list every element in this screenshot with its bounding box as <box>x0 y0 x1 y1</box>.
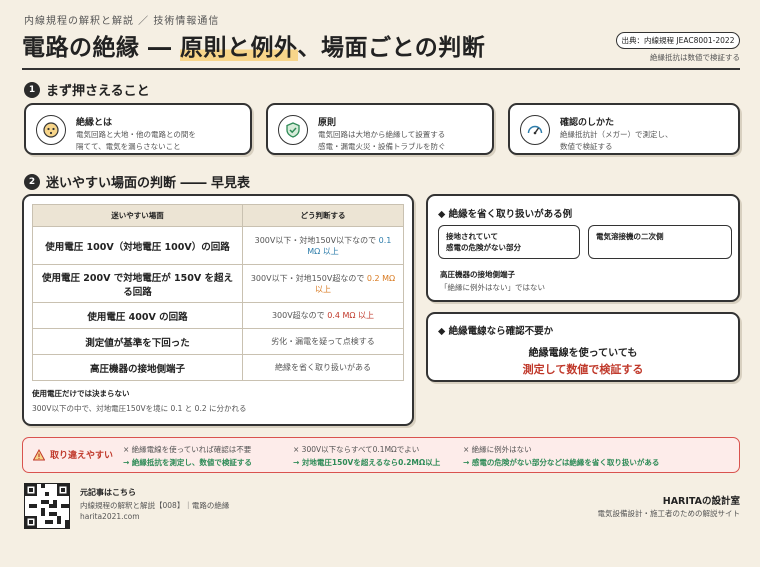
table-header-scene: 迷いやすい場面 <box>32 204 243 227</box>
exception-grounded: 接地されていて 感電の危険がない部分 <box>438 225 580 259</box>
pitfalls-label: 取り違えやすい <box>33 448 113 461</box>
judge-text: 300V超なので <box>271 311 328 320</box>
section2-number: 2 <box>24 173 40 190</box>
exception-welder: 電気溶接機の二次側 <box>588 225 732 259</box>
pitfalls-bar: 取り違えやすい × 絶縁電線を使っていれば確認は不要 → 絶縁抵抗を測定し、数値… <box>22 437 740 473</box>
title-pre: 電路の絶縁 ― <box>22 35 181 61</box>
card-title: 絶縁とは <box>76 118 113 128</box>
exceptions-title-text: 絶縁を省く取り扱いがある例 <box>448 209 573 220</box>
section1-heading: 1 まず押さえること <box>24 80 150 99</box>
scene-cell: 使用電圧 400V の回路 <box>32 302 243 329</box>
insulated-wire-title: ◆ 絶縁電線なら確認不要か <box>438 326 554 337</box>
insulated-wire-title-text: 絶縁電線なら確認不要か <box>448 326 554 337</box>
judge-text: 300V以下・対地150V以下なので <box>254 235 379 245</box>
kicker: 内線規程の解釈と解説 ／ 技術情報通信 <box>24 16 220 27</box>
table-note-text: 300V以下の中で、対地電圧150Vを境に 0.1 と 0.2 に分かれる <box>32 404 247 413</box>
table-row: 使用電圧 400V の回路 300V超なので 0.4 MΩ 以上 <box>32 302 404 329</box>
gauge-icon <box>520 115 550 145</box>
judge-cell: 劣化・漏電を疑って点検する <box>242 328 404 355</box>
shield-check-icon <box>278 115 308 145</box>
card-insulation: 絶縁とは 電気回路と大地・他の電路との間を 隔てて、電気を漏らさないこと <box>24 103 252 155</box>
brand-name: HARITAの設計室 <box>662 496 740 507</box>
table-row: 測定値が基準を下回った 劣化・漏電を疑って点検する <box>32 328 404 355</box>
source-badge: 出典：内線規程 JEAC8001-2022 <box>616 32 740 49</box>
pitfall-wrong: 300V以下ならすべて0.1MΩでよい <box>301 445 420 454</box>
pitfall-right: → 絶縁抵抗を測定し、数値で検証する <box>123 458 252 468</box>
section2-title: 迷いやすい場面の判断 ―― 早見表 <box>46 176 251 191</box>
judge-cell: 300V以下・対地150V以下なので 0.1 MΩ 以上 <box>242 226 404 265</box>
title-post: 、場面ごとの判断 <box>297 35 486 61</box>
scene-cell: 測定値が基準を下回った <box>32 328 243 355</box>
pitfall-item: × 300V以下ならすべて0.1MΩでよい → 対地電圧150Vを超えるなら0.… <box>293 443 440 469</box>
exception-hv-text: 「絶縁に例外はない」ではない <box>440 283 545 292</box>
card-principle: 原則 電気回路は大地から絶縁して設置する 感電・漏電火災・設備トラブルを防ぐ <box>266 103 494 155</box>
title-highlight: 原則と例外 <box>180 35 298 61</box>
table-header-judge: どう判断する <box>242 204 404 227</box>
quick-table-card: 迷いやすい場面 どう判断する 使用電圧 100V（対地電圧 100V）の回路 3… <box>22 194 414 426</box>
judge-text: 300V以下・対地150V超なので <box>250 273 367 283</box>
scene-cell: 使用電圧 100V（対地電圧 100V）の回路 <box>32 226 243 265</box>
card-title: 原則 <box>318 118 337 128</box>
section2-heading: 2 迷いやすい場面の判断 ―― 早見表 <box>24 172 250 191</box>
table-note-title: 使用電圧だけでは決まらない <box>32 389 130 398</box>
insulated-wire-line1: 絶縁電線を使っていても <box>528 348 638 359</box>
card-text: 電気回路と大地・他の電路との間を 隔てて、電気を漏らさないこと <box>76 130 196 151</box>
pitfall-right: → 感電の危険がない部分などは絶縁を省く取り扱いがある <box>463 458 660 468</box>
footer-title: 元記事はこちら <box>80 488 136 497</box>
exception-hv-title: 高圧機器の接地側端子 <box>440 270 515 279</box>
scene-cell: 使用電圧 200V で対地電圧が 150V を超える回路 <box>32 264 243 303</box>
section1-number: 1 <box>24 81 40 98</box>
card-text: 電気回路は大地から絶縁して設置する 感電・漏電火災・設備トラブルを防ぐ <box>318 130 446 151</box>
table-row: 高圧機器の接地側端子 絶縁を省く取り扱いがある <box>32 354 404 381</box>
quick-table: 迷いやすい場面 どう判断する 使用電圧 100V（対地電圧 100V）の回路 3… <box>32 204 404 381</box>
judge-cell: 300V超なので 0.4 MΩ 以上 <box>242 302 404 329</box>
header-rule <box>22 68 740 70</box>
plug-icon <box>36 115 66 145</box>
judge-cell: 絶縁を省く取り扱いがある <box>242 354 404 381</box>
brand-tagline: 電気設備設計・施工者のための解説サイト <box>597 509 741 518</box>
insulated-wire-card: ◆ 絶縁電線なら確認不要か 絶縁電線を使っていても 測定して数値で検証する <box>426 312 740 382</box>
source-note: 絶縁抵抗は数値で検証する <box>650 53 740 62</box>
exceptions-title: ◆ 絶縁を省く取り扱いがある例 <box>438 209 573 220</box>
table-row: 使用電圧 200V で対地電圧が 150V を超える回路 300V以下・対地15… <box>32 264 404 303</box>
footer-article[interactable]: 内線規程の解釈と解説【008】｜電路の絶縁 <box>80 500 229 511</box>
section1-title: まず押さえること <box>46 84 150 99</box>
table-row: 使用電圧 100V（対地電圧 100V）の回路 300V以下・対地150V以下な… <box>32 226 404 265</box>
insulated-wire-line2: 測定して数値で検証する <box>522 363 644 376</box>
exceptions-card: ◆ 絶縁を省く取り扱いがある例 接地されていて 感電の危険がない部分 電気溶接機… <box>426 194 740 302</box>
page-title: 電路の絶縁 ― 原則と例外、場面ごとの判断 <box>22 28 485 62</box>
pitfall-item: × 絶縁に例外はない → 感電の危険がない部分などは絶縁を省く取り扱いがある <box>463 443 659 469</box>
pitfalls-label-text: 取り違えやすい <box>50 451 114 461</box>
judge-value: 0.4 MΩ 以上 <box>327 311 375 320</box>
pitfall-wrong: 絶縁電線を使っていれば確認は不要 <box>131 445 252 454</box>
scene-cell: 高圧機器の接地側端子 <box>32 354 243 381</box>
judge-cell: 300V以下・対地150V超なので 0.2 MΩ 以上 <box>242 264 404 303</box>
footer-url-link[interactable]: harita2021.com <box>80 512 140 521</box>
pitfall-item: × 絶縁電線を使っていれば確認は不要 → 絶縁抵抗を測定し、数値で検証する <box>123 443 252 469</box>
card-text: 絶縁抵抗計（メガー）で測定し、 数値で検証する <box>560 130 673 151</box>
card-verification: 確認のしかた 絶縁抵抗計（メガー）で測定し、 数値で検証する <box>508 103 740 155</box>
pitfall-right: → 対地電圧150Vを超えるなら0.2MΩ以上 <box>293 458 441 468</box>
qr-code[interactable] <box>24 483 70 529</box>
warning-icon <box>33 448 45 460</box>
card-title: 確認のしかた <box>560 118 615 128</box>
pitfall-wrong: 絶縁に例外はない <box>471 445 532 454</box>
